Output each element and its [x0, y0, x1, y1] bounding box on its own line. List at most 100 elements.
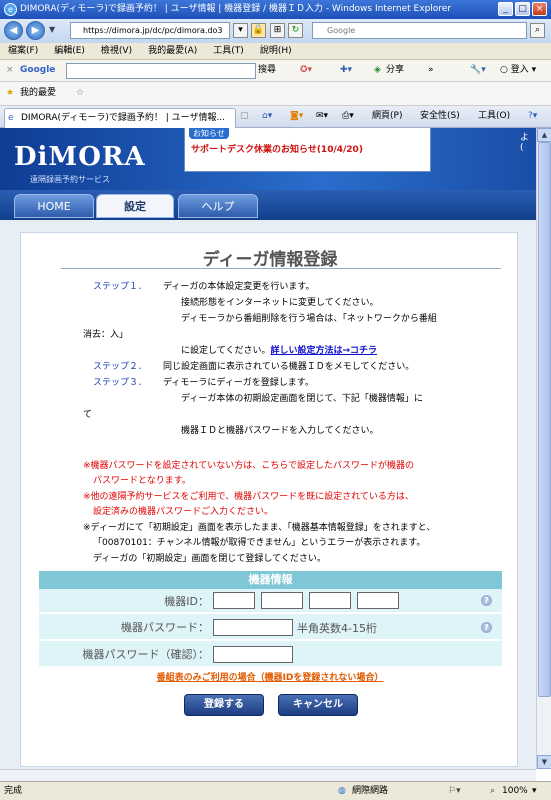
- step3-line2: ディーガ本体の初期設定画面を閉じて、下記「機器情報」に: [181, 394, 423, 404]
- print-icon[interactable]: ⎙▾: [342, 106, 354, 127]
- device-id-input-1[interactable]: [213, 592, 255, 609]
- favorites-bar: ★ 我的最愛 ☆: [0, 82, 551, 106]
- share-button[interactable]: 分享: [386, 60, 404, 81]
- submit-button[interactable]: 登録する: [184, 694, 264, 716]
- tab-dimora[interactable]: e DIMORA(ディモーラ)で録画予約！ | ユーザ情報...: [4, 108, 236, 128]
- globe-icon: ◍: [338, 786, 346, 796]
- scroll-down-icon[interactable]: ▼: [537, 755, 551, 769]
- zoom-icon[interactable]: ⌕: [490, 782, 495, 800]
- news-link[interactable]: サポートデスク休業のお知らせ(10/4/20): [191, 142, 363, 155]
- step2-label: ステップ２．: [93, 362, 148, 372]
- wrench-icon[interactable]: 🔧▾: [470, 60, 486, 81]
- device-id-help-icon[interactable]: ?: [481, 595, 492, 606]
- step3-line3: て: [83, 410, 93, 420]
- note2-cont: 設定済みの機器パスワードご入力ください。: [93, 507, 274, 517]
- password-confirm-row: 機器パスワード（確認）：: [39, 641, 502, 667]
- window-title: DIMORA(ディモーラ)で録画予約！ | ユーザ情報 | 機器登録 / 機器Ｉ…: [20, 4, 452, 14]
- puzzle-icon[interactable]: ✚▾: [340, 60, 352, 81]
- menu-tools[interactable]: 工具(T): [213, 46, 244, 56]
- menu-file[interactable]: 檔案(F): [8, 46, 38, 56]
- tab-home[interactable]: HOME: [14, 194, 94, 218]
- menu-view[interactable]: 檢視(V): [101, 46, 132, 56]
- header-right-fragment: よ(: [520, 133, 530, 153]
- close-toolbar-icon[interactable]: ×: [6, 60, 14, 81]
- mail-icon[interactable]: ✉▾: [316, 106, 328, 127]
- device-id-input-4[interactable]: [357, 592, 399, 609]
- tab-help[interactable]: ヘルプ: [178, 194, 258, 218]
- device-id-input-3[interactable]: [309, 592, 351, 609]
- step1-label: ステップ１．: [93, 282, 148, 292]
- back-icon[interactable]: ◀: [4, 21, 23, 40]
- share-icon[interactable]: ◈: [374, 60, 381, 81]
- page-menu[interactable]: 網頁(P): [372, 106, 402, 127]
- password-confirm-label: 機器パスワード（確認）：: [82, 648, 210, 661]
- menu-favorites[interactable]: 我的最愛(A): [148, 46, 197, 56]
- google-search-button[interactable]: 搜尋: [258, 60, 276, 81]
- address-dropdown-icon[interactable]: ▾: [233, 23, 248, 38]
- cancel-button[interactable]: キャンセル: [278, 694, 358, 716]
- maximize-button[interactable]: □: [515, 2, 530, 16]
- new-tab-icon[interactable]: ▢: [240, 106, 249, 127]
- note2: ※他の遠隔予約サービスをご利用で、機器パスワードを既に設定されている方は、: [83, 492, 414, 502]
- logo-subtitle: 遠隔録画予約サービス: [30, 175, 110, 184]
- protected-mode-icon[interactable]: ⚐▾: [448, 782, 461, 800]
- lock-icon[interactable]: 🔒: [251, 23, 266, 38]
- menu-help[interactable]: 說明(H): [260, 46, 292, 56]
- compat-view-icon[interactable]: ⊞: [270, 23, 285, 38]
- note1-cont: パスワードとなります。: [93, 476, 191, 486]
- password-help-icon[interactable]: ?: [481, 622, 492, 633]
- dimora-logo[interactable]: DiMORA: [14, 142, 146, 172]
- step1-line1: ディーガの本体設定変更を行います。: [163, 282, 315, 292]
- refresh-icon[interactable]: ↻: [288, 23, 303, 38]
- program-guide-only-link[interactable]: 番組表のみご利用の場合（機器IDを登録されない場合）: [21, 670, 519, 683]
- history-dropdown-icon[interactable]: ▼: [49, 25, 55, 34]
- scroll-up-icon[interactable]: ▲: [537, 128, 551, 142]
- vertical-scrollbar[interactable]: ▲ ▼: [536, 128, 551, 769]
- device-id-row: 機器ID： ?: [39, 589, 502, 613]
- menu-edit[interactable]: 編輯(E): [54, 46, 85, 56]
- scroll-thumb[interactable]: [538, 142, 551, 697]
- tools-menu[interactable]: 工具(O): [478, 106, 510, 127]
- address-input[interactable]: https://dimora.jp/dc/pc/dimora.do3: [70, 22, 230, 39]
- more-icon[interactable]: »: [428, 60, 434, 81]
- minimize-button[interactable]: _: [498, 2, 513, 16]
- title-divider: [61, 268, 501, 269]
- favorites-button[interactable]: 我的最愛: [20, 82, 56, 105]
- add-favorite-icon[interactable]: ☆: [76, 82, 84, 105]
- step1-line3: ディモーラから番組削除を行う場合は、「ネットワークから番組: [181, 314, 437, 324]
- zoom-level[interactable]: 100%: [502, 782, 528, 800]
- step1-line5-text: に設定してください。: [181, 346, 271, 356]
- search-input[interactable]: Google: [312, 22, 527, 39]
- zoom-dropdown-icon[interactable]: ▾: [532, 782, 537, 800]
- password-row: 機器パスワード： 半角英数4-15桁 ?: [39, 614, 502, 640]
- menu-bar: 檔案(F) 編輯(E) 檢視(V) 我的最愛(A) 工具(T) 說明(H): [0, 43, 551, 60]
- help-icon[interactable]: ?▾: [528, 106, 537, 127]
- login-button[interactable]: ○ 登入 ▾: [500, 60, 536, 81]
- horizontal-scrollbar[interactable]: [0, 769, 536, 781]
- google-toolbar: × Google 搜尋 ✪▾ ✚▾ ◈ 分享 » 🔧▾ ○ 登入 ▾: [0, 60, 551, 82]
- feeds-icon[interactable]: ◙▾: [290, 106, 303, 127]
- note3-cont2: ディーガの「初期設定」画面を閉じて登録してください。: [93, 554, 326, 564]
- password-label: 機器パスワード：: [121, 621, 209, 634]
- device-id-input-2[interactable]: [261, 592, 303, 609]
- tab-settings[interactable]: 設定: [96, 194, 174, 218]
- safety-menu[interactable]: 安全性(S): [420, 106, 460, 127]
- news-box: お知らせ サポートデスク休業のお知らせ(10/4/20): [184, 128, 431, 172]
- site-nav: HOME 設定 ヘルプ: [0, 190, 536, 220]
- step2-text: 同じ設定画面に表示されている機器ＩＤをメモしてください。: [163, 362, 415, 372]
- search-icon[interactable]: ⌕: [530, 23, 545, 38]
- setting-help-link[interactable]: 詳しい設定方法は→コチラ: [270, 346, 377, 356]
- window-title-bar: e DIMORA(ディモーラ)で録画予約！ | ユーザ情報 | 機器登録 / 機…: [0, 0, 551, 19]
- bookmark-icon[interactable]: ✪▾: [300, 60, 312, 81]
- ie-logo-icon: e: [4, 3, 17, 16]
- home-icon[interactable]: ⌂▾: [262, 106, 272, 127]
- zone-text: 網際網路: [352, 786, 389, 796]
- password-input[interactable]: [213, 619, 293, 636]
- password-confirm-input[interactable]: [213, 646, 293, 663]
- note3: ※ディーガにて「初期設定」画面を表示したまま、「機器基本情報登録」をされますと、: [83, 523, 436, 533]
- step1-line2: 接続形態をインターネットに変更してください。: [181, 298, 379, 308]
- close-button[interactable]: ×: [532, 2, 547, 16]
- note3-cont: 「00870101：チャンネル情報が取得できません」というエラーが表示されます。: [93, 538, 426, 548]
- google-search-input[interactable]: [66, 63, 256, 79]
- forward-icon[interactable]: ▶: [26, 21, 45, 40]
